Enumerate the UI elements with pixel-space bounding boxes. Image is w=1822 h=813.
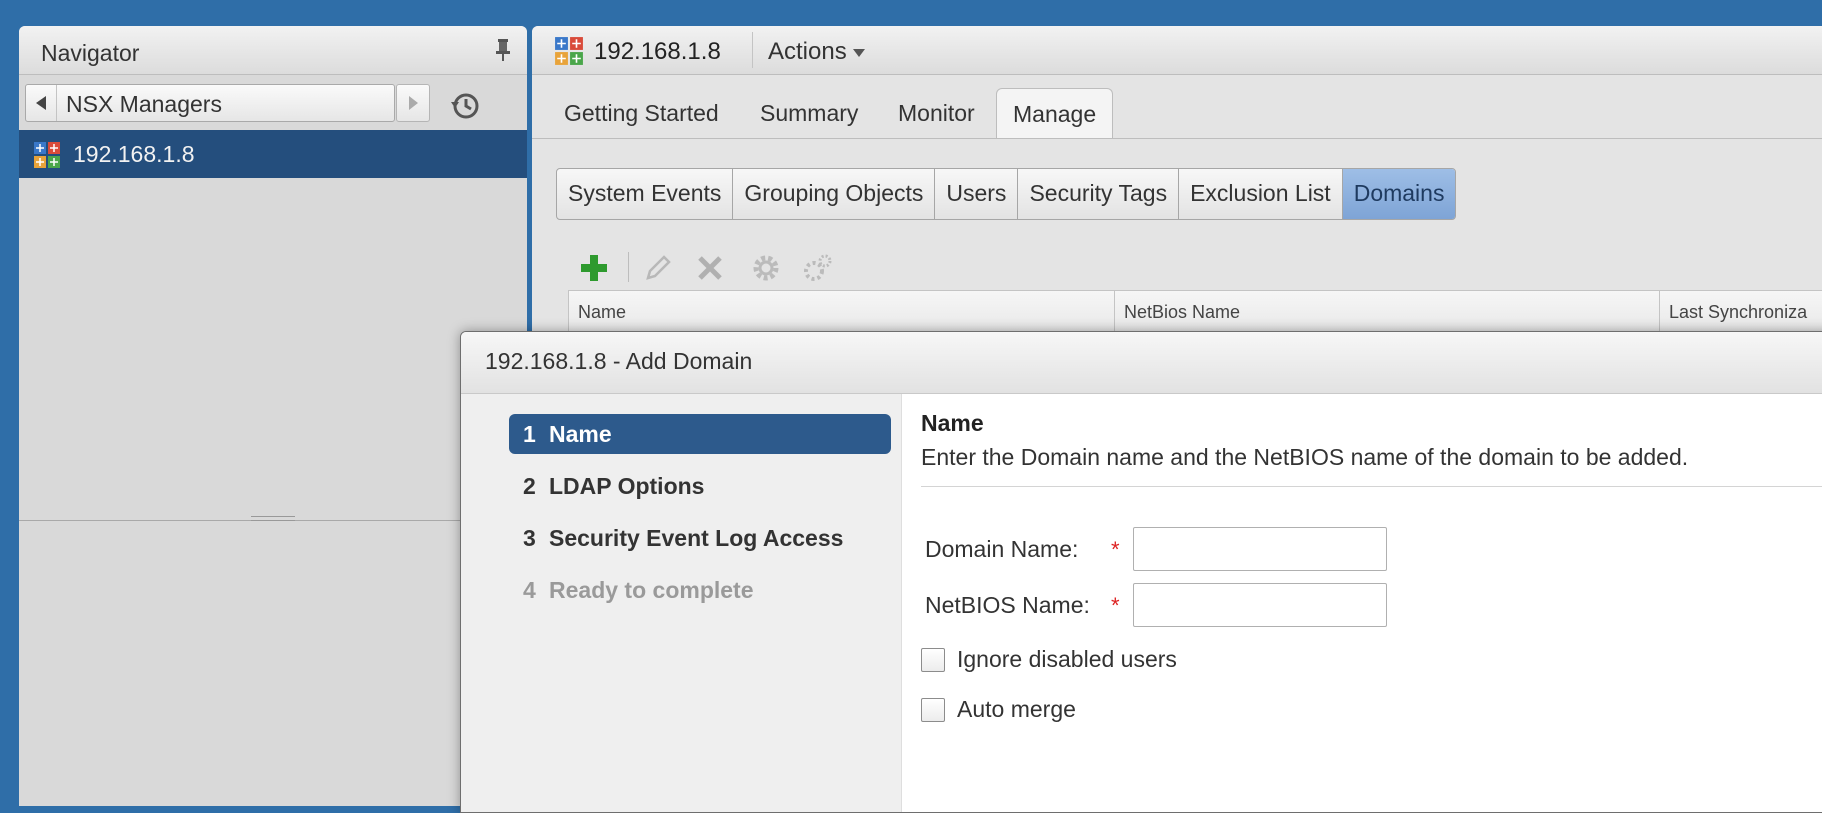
navigator-breadcrumb-row: NSX Managers (19, 82, 527, 126)
splitter-handle[interactable] (251, 516, 295, 524)
section-description: Enter the Domain name and the NetBIOS na… (921, 444, 1689, 470)
domain-name-label: Domain Name: (925, 536, 1079, 562)
nsx-manager-icon (555, 37, 583, 65)
column-header-last-synchronized[interactable]: Last Synchroniza (1659, 291, 1822, 333)
subtab-grouping-objects[interactable]: Grouping Objects (733, 169, 936, 219)
tab-bar: Getting Started Summary Monitor Manage (532, 88, 1822, 139)
domains-toolbar (578, 248, 878, 288)
tab-monitor[interactable]: Monitor (898, 100, 975, 127)
navigator-panel: Navigator NSX Managers 192.168.1.8 (19, 26, 527, 806)
toolbar-separator (628, 252, 629, 282)
forward-arrow-icon[interactable] (396, 84, 430, 122)
step-label: Ready to complete (549, 577, 754, 603)
netbios-name-label: NetBIOS Name: (925, 592, 1090, 618)
required-icon: * (1111, 537, 1120, 562)
step-number: 3 (523, 525, 536, 551)
gears-icon[interactable] (802, 252, 834, 284)
tab-summary[interactable]: Summary (760, 100, 858, 127)
subtab-system-events[interactable]: System Events (557, 169, 734, 219)
edit-icon[interactable] (642, 252, 674, 284)
subtab-security-tags[interactable]: Security Tags (1018, 169, 1180, 219)
navigator-header: Navigator (19, 26, 527, 75)
ignore-disabled-users-checkbox[interactable] (921, 648, 945, 672)
wizard-step-ready-to-complete: 4 Ready to complete (509, 570, 891, 610)
ignore-disabled-users-option[interactable]: Ignore disabled users (921, 646, 1321, 676)
subtab-exclusion-list[interactable]: Exclusion List (1179, 169, 1343, 219)
required-icon: * (1111, 593, 1120, 618)
column-header-netbios-name[interactable]: NetBios Name (1114, 291, 1659, 333)
step-number: 2 (523, 473, 536, 499)
history-icon[interactable] (449, 90, 481, 122)
main-header: 192.168.1.8 Actions (532, 26, 1822, 75)
gear-icon[interactable] (750, 252, 782, 284)
dialog-title: 192.168.1.8 - Add Domain (485, 348, 753, 374)
nsx-manager-icon (34, 142, 60, 168)
pin-icon[interactable] (493, 38, 513, 62)
auto-merge-option[interactable]: Auto merge (921, 696, 1321, 726)
dialog-header[interactable]: 192.168.1.8 - Add Domain (461, 332, 1822, 394)
breadcrumb[interactable]: NSX Managers (25, 84, 395, 122)
nav-item-label: 192.168.1.8 (73, 141, 195, 167)
wizard-content: Name Enter the Domain name and the NetBI… (921, 394, 1822, 812)
auto-merge-checkbox[interactable] (921, 698, 945, 722)
header-separator (752, 32, 753, 68)
back-arrow-icon[interactable] (26, 85, 57, 121)
actions-menu-button[interactable]: Actions (768, 38, 865, 66)
desktop-background (0, 0, 1822, 14)
domain-name-field[interactable] (1133, 527, 1387, 571)
actions-label: Actions (768, 38, 847, 65)
step-label: Name (549, 421, 612, 447)
section-title: Name (921, 410, 984, 436)
wizard-step-security-event-log-access[interactable]: 3 Security Event Log Access (509, 518, 891, 558)
add-icon[interactable] (578, 252, 610, 284)
delete-icon[interactable] (694, 252, 726, 284)
navigator-title: Navigator (41, 40, 140, 66)
wizard-step-ldap-options[interactable]: 2 LDAP Options (509, 466, 891, 506)
subtab-users[interactable]: Users (935, 169, 1019, 219)
domains-grid-header: Name NetBios Name Last Synchroniza (568, 290, 1822, 334)
ignore-disabled-users-label: Ignore disabled users (957, 646, 1177, 672)
tab-getting-started[interactable]: Getting Started (564, 100, 719, 127)
breadcrumb-label: NSX Managers (66, 91, 222, 117)
step-label: LDAP Options (549, 473, 705, 499)
wizard-step-name[interactable]: 1 Name (509, 414, 891, 454)
tab-manage[interactable]: Manage (996, 88, 1114, 138)
manage-subtabs: System Events Grouping Objects Users Sec… (556, 168, 1457, 220)
step-label: Security Event Log Access (549, 525, 844, 551)
subtab-domains[interactable]: Domains (1342, 169, 1456, 219)
chevron-down-icon (852, 48, 865, 57)
auto-merge-label: Auto merge (957, 696, 1076, 722)
object-title: 192.168.1.8 (594, 38, 721, 65)
step-number: 4 (523, 577, 536, 603)
column-header-name[interactable]: Name (569, 291, 1114, 333)
section-divider (921, 486, 1822, 487)
netbios-name-field[interactable] (1133, 583, 1387, 627)
step-number: 1 (523, 421, 536, 447)
nav-item-nsx-manager[interactable]: 192.168.1.8 (19, 130, 527, 178)
add-domain-dialog: 192.168.1.8 - Add Domain 1 Name 2 LDAP Opt… (460, 331, 1822, 813)
wizard-steps: 1 Name 2 LDAP Options 3 Security Event Log … (461, 394, 902, 812)
